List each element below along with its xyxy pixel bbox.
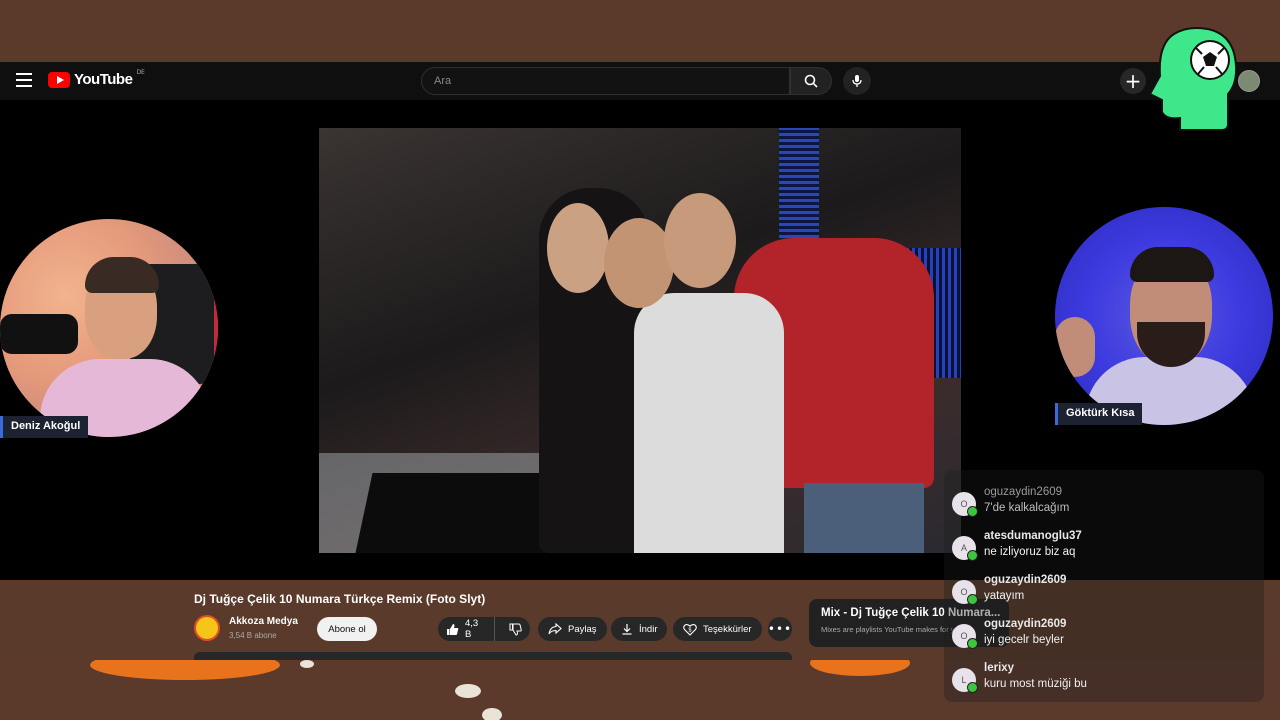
region-code: DE	[136, 69, 145, 76]
chat-user-avatar[interactable]: O	[952, 624, 978, 649]
like-button[interactable]: 4,3 B	[438, 617, 495, 641]
face	[547, 203, 609, 293]
chat-message: Aatesdumanoglu37 ne izliyoruz biz aq	[952, 530, 1252, 570]
youtube-top-bar: YouTube DE Ara +	[0, 62, 1280, 100]
chat-message-text: 7'de kalkalcağım	[984, 502, 1070, 514]
streamer-hand	[1055, 317, 1095, 377]
video-player[interactable]	[319, 128, 961, 553]
create-plus-icon[interactable]: +	[1120, 68, 1146, 94]
share-label: Paylaş	[568, 623, 597, 635]
chat-message: Ooguzaydin2609 iyi gecelr beyler	[952, 618, 1252, 658]
thumbs-down-icon	[509, 623, 522, 636]
streamer-hair	[85, 257, 159, 293]
chat-username[interactable]: oguzaydin2609	[984, 618, 1066, 630]
account-avatar[interactable]	[1238, 70, 1260, 92]
super-thanks-icon: $	[683, 623, 697, 636]
webcam-left	[0, 219, 218, 437]
download-label: İndir	[639, 623, 658, 635]
chat-message: Ooguzaydin2609 7'de kalkalcağım	[952, 486, 1252, 526]
microphone-icon	[852, 75, 862, 87]
channel-name[interactable]: Akkoza Medya	[229, 616, 298, 627]
chat-message-text: kuru most müziği bu	[984, 678, 1087, 690]
search-input[interactable]: Ara	[421, 67, 790, 95]
chat-username[interactable]: oguzaydin2609	[984, 486, 1062, 498]
chat-message-text: ne izliyoruz biz aq	[984, 546, 1076, 558]
voice-search-button[interactable]	[843, 67, 871, 95]
chat-username[interactable]: oguzaydin2609	[984, 574, 1066, 586]
youtube-play-icon	[48, 71, 70, 88]
video-title: Dj Tuğçe Çelik 10 Numara Türkçe Remix (F…	[194, 592, 486, 606]
chat-username[interactable]: atesdumanoglu37	[984, 530, 1082, 542]
share-button[interactable]: Paylaş	[538, 617, 607, 641]
streamer-hair	[1130, 247, 1214, 282]
search-icon	[804, 74, 818, 88]
dj-mixer	[355, 473, 568, 553]
chat-user-avatar[interactable]: O	[952, 492, 978, 517]
youtube-logo[interactable]: YouTube DE	[48, 69, 145, 88]
thanks-button[interactable]: $ Teşekkürler	[673, 617, 762, 641]
decor-dot	[300, 660, 314, 668]
face	[664, 193, 736, 288]
menu-icon[interactable]	[16, 73, 32, 87]
channel-avatar[interactable]	[194, 615, 220, 641]
more-actions-icon[interactable]: •••	[768, 617, 792, 641]
thanks-label: Teşekkürler	[703, 623, 752, 635]
webcam-right	[1055, 207, 1273, 425]
face	[604, 218, 674, 308]
description-box[interactable]	[194, 652, 792, 660]
chat-username[interactable]: lerixy	[984, 662, 1014, 674]
decor-dot	[455, 684, 481, 698]
youtube-logo-text: YouTube	[74, 71, 133, 88]
subscribe-button[interactable]: Abone ol	[317, 617, 377, 641]
microphone	[0, 314, 78, 354]
streamer-name-left: Deniz Akoğul	[0, 416, 89, 438]
background-top	[0, 0, 1280, 62]
dislike-button[interactable]	[501, 617, 530, 641]
stream-logo-icon	[1148, 26, 1238, 131]
like-count: 4,3 B	[465, 618, 479, 640]
share-icon	[548, 623, 562, 635]
download-button[interactable]: İndir	[611, 617, 668, 641]
download-icon	[622, 624, 632, 635]
chat-message: Ooguzaydin2609 yatayım	[952, 574, 1252, 614]
thumbs-up-icon	[447, 623, 459, 635]
chat-message: Llerixy kuru most müziği bu	[952, 662, 1252, 702]
chat-user-avatar[interactable]: O	[952, 580, 978, 605]
streamer-name-right: Göktürk Kısa	[1055, 403, 1143, 425]
subscriber-count: 3,54 B abone	[229, 631, 277, 640]
like-dislike-group: 4,3 B	[438, 617, 530, 641]
svg-text:$: $	[688, 626, 692, 633]
chat-message-text: yatayım	[984, 590, 1025, 602]
person-jeans	[804, 483, 924, 553]
search-button[interactable]	[790, 67, 832, 95]
chat-user-avatar[interactable]: A	[952, 536, 978, 561]
decor-dot	[482, 708, 502, 720]
chat-message-text: iyi gecelr beyler	[984, 634, 1064, 646]
chat-user-avatar[interactable]: L	[952, 668, 978, 693]
pumpkin-decoration	[90, 660, 280, 680]
person-white-shirt	[634, 293, 784, 553]
pumpkin-decoration	[810, 660, 910, 676]
